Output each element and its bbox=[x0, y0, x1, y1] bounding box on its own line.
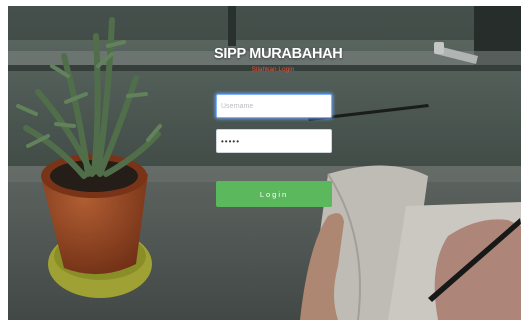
login-header: SIPP MURABAHAH Silahkan Login bbox=[214, 46, 343, 73]
login-page: SIPP MURABAHAH Silahkan Login Login bbox=[8, 6, 521, 320]
username-input[interactable] bbox=[216, 94, 332, 118]
login-subtitle: Silahkan Login bbox=[251, 66, 295, 73]
app-title: SIPP MURABAHAH bbox=[214, 46, 343, 62]
login-button[interactable]: Login bbox=[216, 181, 332, 207]
password-input[interactable] bbox=[216, 129, 332, 153]
